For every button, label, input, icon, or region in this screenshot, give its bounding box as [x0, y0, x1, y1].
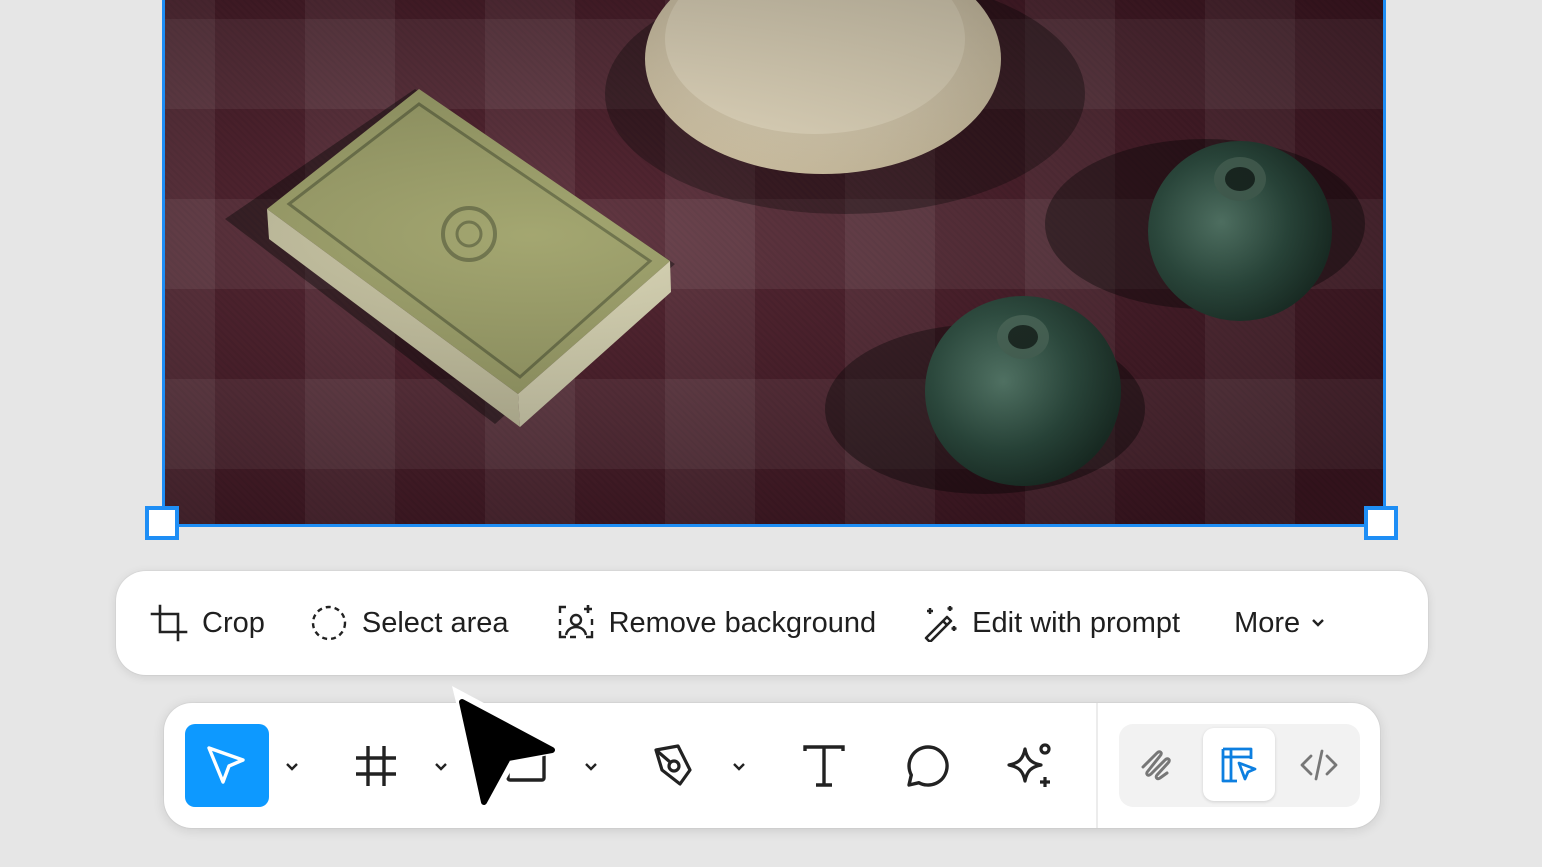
resize-handle-bottom-right[interactable]	[1364, 506, 1398, 540]
more-label: More	[1234, 606, 1301, 639]
edit-with-prompt-label: Edit with prompt	[972, 606, 1181, 639]
frame-tool-button[interactable]	[334, 724, 418, 807]
selected-image-frame[interactable]	[162, 0, 1386, 527]
draw-squiggle-icon	[1141, 749, 1171, 780]
mode-switcher	[1119, 724, 1360, 807]
crop-label: Crop	[202, 606, 265, 639]
toolbar-divider	[1096, 703, 1098, 828]
shape-tool-chevron-icon[interactable]	[583, 761, 599, 773]
frame-tool-chevron-icon[interactable]	[433, 761, 449, 773]
dev-mode-button[interactable]	[1283, 728, 1355, 801]
pen-tool-button[interactable]	[632, 724, 716, 807]
image-lighting	[165, 0, 1383, 524]
text-tool-button[interactable]	[782, 724, 866, 807]
move-pointer-icon	[207, 745, 245, 784]
chevron-down-icon	[1312, 619, 1325, 627]
draw-mode-button[interactable]	[1123, 728, 1195, 801]
move-tool-button[interactable]	[185, 724, 269, 807]
select-area-button[interactable]: Select area	[310, 604, 509, 642]
design-mode-icon	[1221, 747, 1257, 782]
frame-hash-icon	[356, 745, 396, 786]
pen-nib-icon	[654, 743, 692, 786]
ai-sparkle-icon	[1007, 742, 1051, 787]
text-icon	[803, 744, 845, 787]
remove-background-button[interactable]: Remove background	[557, 604, 877, 642]
edit-with-prompt-button[interactable]: Edit with prompt	[920, 604, 1180, 642]
crop-icon	[150, 604, 188, 642]
shape-tool-button[interactable]	[484, 724, 568, 807]
more-dropdown[interactable]: More	[1234, 607, 1326, 640]
move-tool-chevron-icon[interactable]	[284, 761, 300, 773]
comment-bubble-icon	[907, 744, 949, 787]
rectangle-icon	[506, 749, 546, 782]
comment-tool-button[interactable]	[886, 724, 970, 807]
ai-actions-tool-button[interactable]	[988, 724, 1072, 807]
image-action-bar: Crop Select area Remove background Edit …	[116, 571, 1428, 675]
crop-button[interactable]: Crop	[150, 604, 265, 642]
main-toolbar	[164, 703, 1380, 828]
code-brackets-icon	[1300, 749, 1338, 780]
magic-wand-icon	[924, 606, 957, 642]
remove-background-icon	[558, 605, 593, 639]
select-area-label: Select area	[361, 606, 509, 639]
design-mode-button[interactable]	[1203, 728, 1275, 801]
resize-handle-bottom-left[interactable]	[145, 506, 179, 540]
lasso-select-icon	[311, 605, 347, 641]
pen-tool-chevron-icon[interactable]	[731, 761, 747, 773]
remove-background-label: Remove background	[608, 606, 877, 639]
